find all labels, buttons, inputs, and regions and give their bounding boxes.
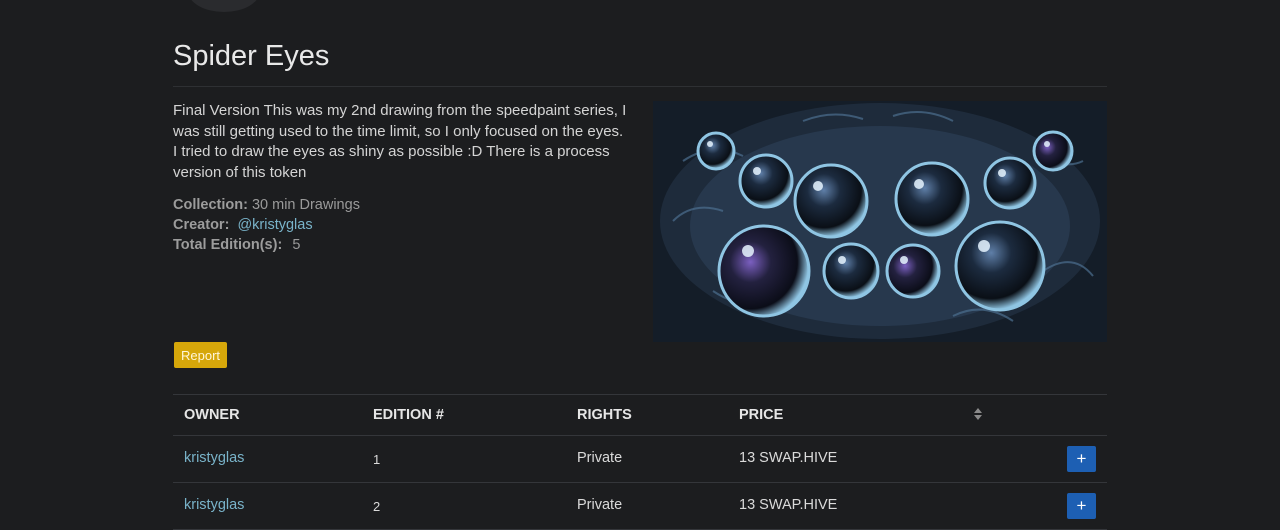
header-rights[interactable]: RIGHTS [577, 407, 632, 423]
rights-value: Private [577, 497, 623, 513]
editions-table: OWNER EDITION # RIGHTS PRICE kristyglas … [173, 394, 1107, 530]
creator-avatar [188, 0, 260, 12]
price-value: 13 SWAP.HIVE [739, 450, 838, 466]
header-price[interactable]: PRICE [739, 407, 783, 423]
collection-label: Collection: [173, 197, 248, 213]
editions-label: Total Edition(s): [173, 237, 283, 253]
creator-label: Creator: [173, 217, 230, 233]
price-value: 13 SWAP.HIVE [739, 497, 838, 513]
add-to-cart-button[interactable]: + [1067, 493, 1096, 519]
owner-link[interactable]: kristyglas [184, 450, 244, 466]
editions-value: 5 [292, 237, 301, 253]
header-edition[interactable]: EDITION # [373, 407, 444, 423]
add-to-cart-button[interactable]: + [1067, 446, 1096, 472]
rights-value: Private [577, 450, 623, 466]
collection-value: 30 min Drawings [251, 197, 360, 213]
title-divider [173, 86, 1107, 87]
creator-link[interactable]: @kristyglas [237, 217, 312, 233]
spider-eyes-artwork [653, 101, 1107, 342]
sort-icon[interactable] [973, 407, 983, 426]
table-row: kristyglas 2 Private 13 SWAP.HIVE + [173, 483, 1107, 530]
report-button[interactable]: Report [174, 342, 227, 368]
table-header: OWNER EDITION # RIGHTS PRICE [173, 394, 1107, 436]
nft-description: Final Version This was my 2nd drawing fr… [173, 102, 627, 181]
nft-artwork[interactable] [653, 101, 1107, 342]
page-title: Spider Eyes [173, 40, 330, 72]
edition-number: 2 [373, 499, 381, 514]
collection-row: Collection: 30 min Drawings [173, 197, 360, 213]
creator-row: Creator: @kristyglas [173, 217, 313, 233]
editions-row: Total Edition(s): 5 [173, 237, 300, 253]
owner-link[interactable]: kristyglas [184, 497, 244, 513]
table-row: kristyglas 1 Private 13 SWAP.HIVE + [173, 436, 1107, 483]
edition-number: 1 [373, 452, 381, 467]
header-owner[interactable]: OWNER [184, 407, 240, 423]
